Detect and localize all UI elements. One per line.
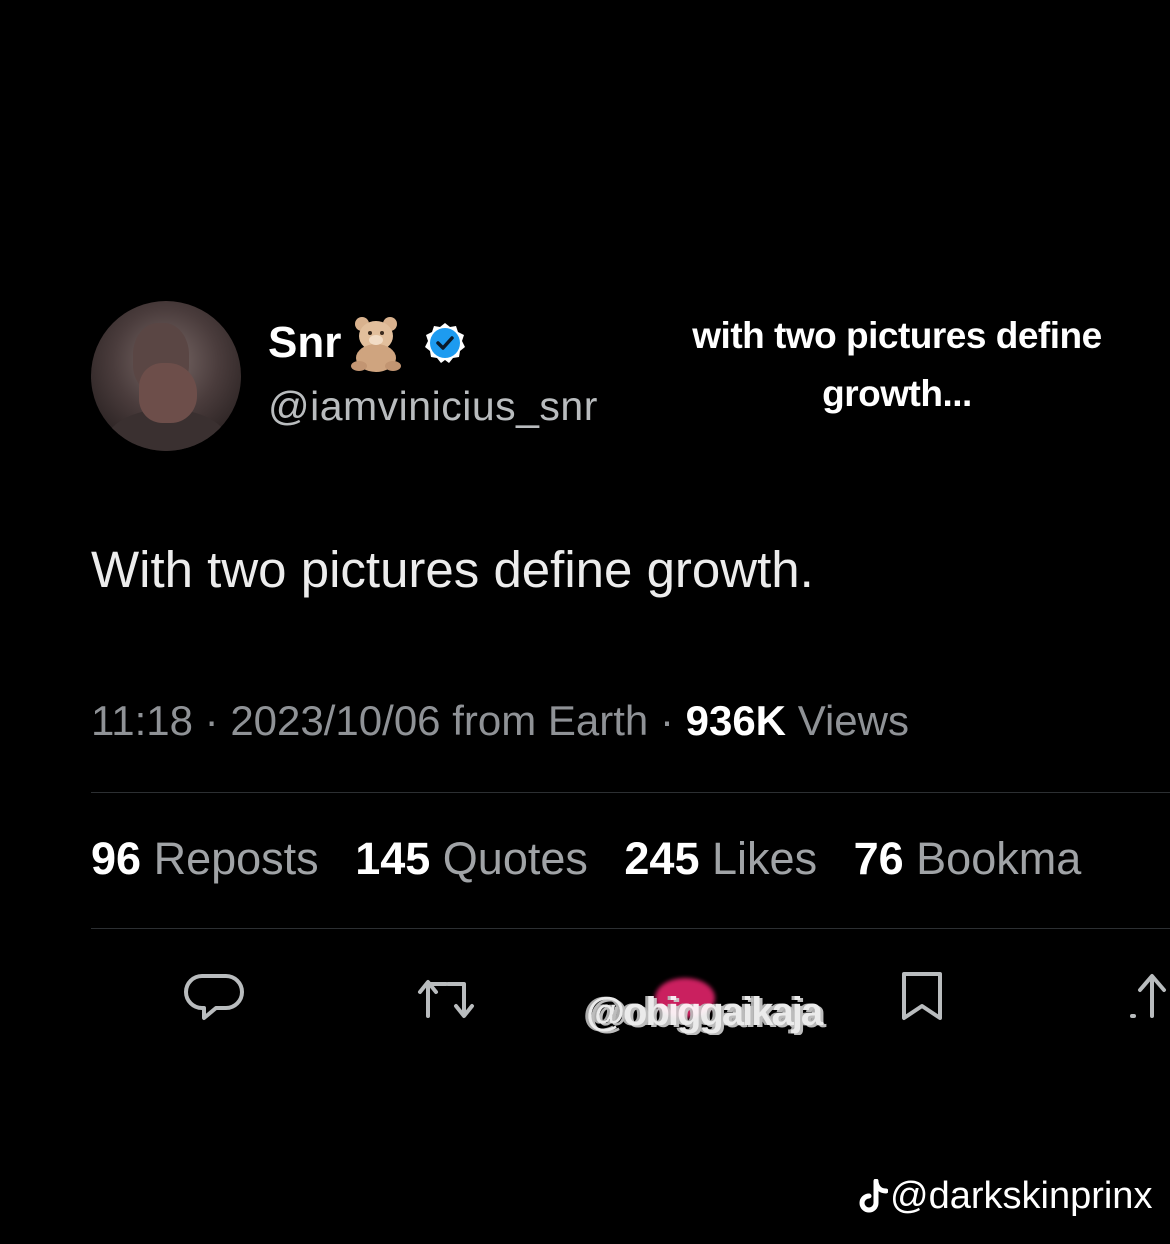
bookmarks-count: 76: [853, 833, 904, 884]
caption-line-2: growth...: [822, 373, 972, 414]
tiktok-watermark: @darkskinprinx: [858, 1175, 1152, 1218]
tweet-source: from Earth: [452, 697, 649, 744]
likes-stat[interactable]: 245 Likes: [624, 833, 817, 884]
views-label: Views: [797, 697, 909, 744]
meta-separator: ·: [659, 697, 686, 744]
display-name[interactable]: Snr: [268, 318, 341, 368]
bookmarks-stat[interactable]: 76 Bookma: [854, 833, 1082, 884]
avatar-hand: [139, 363, 197, 423]
reposts-stat[interactable]: 96 Reposts: [91, 833, 319, 884]
garbled-watermark-overlay: @obiggaikaja: [586, 990, 823, 1034]
verified-badge-icon: [425, 323, 466, 363]
likes-count: 245: [624, 833, 700, 884]
user-handle[interactable]: @iamvinicius_snr: [268, 383, 598, 430]
user-name-row: Snr: [268, 315, 467, 372]
tiktok-icon: [859, 1178, 888, 1212]
watermark-handle: @darkskinprinx: [890, 1175, 1153, 1217]
tweet-meta: 11:18 · 2023/10/06 from Earth · 936K Vie…: [91, 697, 909, 745]
likes-label: Likes: [712, 833, 818, 884]
quotes-stat[interactable]: 145 Quotes: [355, 833, 588, 884]
reply-button[interactable]: [182, 968, 246, 1024]
bookmark-button[interactable]: [892, 968, 956, 1024]
quotes-label: Quotes: [442, 833, 588, 884]
tweet-stats: 96 Reposts 145 Quotes 245 Likes 76 Bookm…: [91, 833, 1105, 885]
divider-top: [91, 792, 1170, 793]
divider-bottom: [91, 928, 1170, 929]
video-caption: with two pictures define growth...: [672, 307, 1122, 423]
repost-icon: [418, 980, 474, 1018]
reposts-label: Reposts: [153, 833, 319, 884]
tweet-text: With two pictures define growth.: [91, 541, 814, 598]
share-icon: [1130, 974, 1166, 1018]
share-button[interactable]: [1124, 968, 1170, 1024]
reply-icon: [184, 974, 244, 1020]
tweet-date[interactable]: 2023/10/06: [230, 697, 440, 744]
tweet-time[interactable]: 11:18: [91, 697, 193, 744]
caption-line-1: with two pictures define: [692, 315, 1102, 356]
repost-button[interactable]: [414, 968, 478, 1024]
meta-separator: ·: [204, 697, 231, 744]
bookmark-icon: [902, 972, 942, 1020]
quotes-count: 145: [355, 833, 431, 884]
avatar[interactable]: [91, 301, 241, 451]
reposts-count: 96: [91, 833, 142, 884]
bookmarks-label: Bookma: [916, 833, 1082, 884]
teddy-bear-icon: [351, 317, 402, 372]
views-count: 936K: [685, 697, 787, 744]
